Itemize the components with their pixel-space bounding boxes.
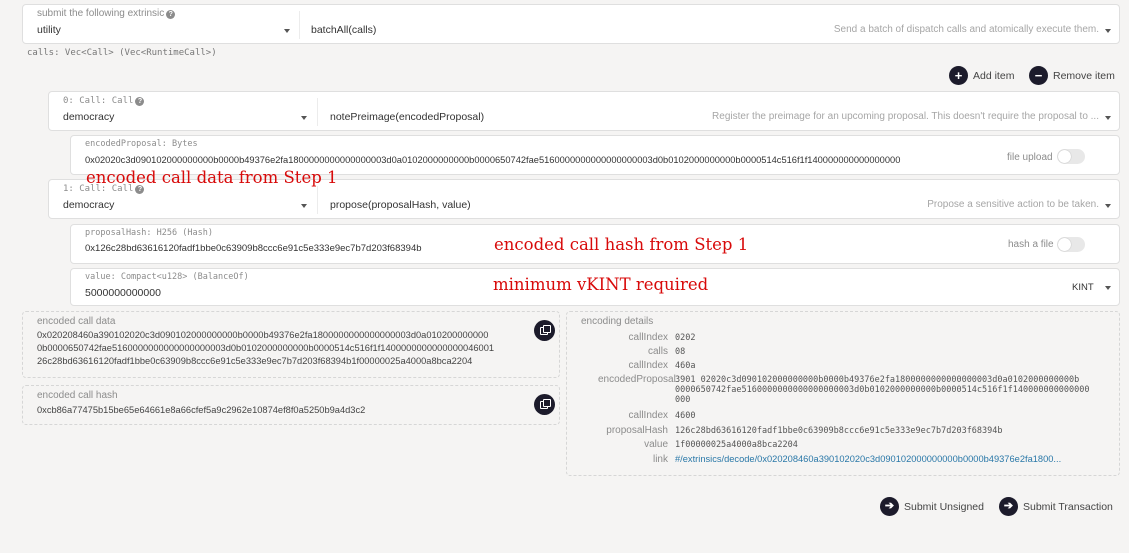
- submit-unsigned-button[interactable]: Submit Unsigned: [904, 501, 984, 513]
- add-item-icon[interactable]: +: [949, 66, 968, 85]
- chevron-down-icon[interactable]: [284, 29, 290, 33]
- divider: [299, 11, 300, 39]
- detail-label: encodedProposal: [598, 374, 676, 385]
- call-0-title: 0: Call: Call?: [63, 95, 145, 106]
- chevron-down-icon[interactable]: [301, 204, 307, 208]
- detail-label: callIndex: [628, 360, 668, 371]
- chevron-down-icon[interactable]: [1105, 204, 1111, 208]
- detail-value: 0000650742fae5160000000000000000003d0b01…: [675, 385, 1090, 395]
- encoded-call-data-line: 0x020208460a390102020c3d090102000000000b…: [37, 330, 489, 340]
- encoding-details-title: encoding details: [581, 316, 654, 327]
- detail-value: 000: [675, 395, 691, 405]
- detail-value: 1f00000025a4000a8bca2204: [675, 440, 798, 450]
- call-0-module-select[interactable]: democracy: [63, 111, 114, 123]
- detail-label: link: [652, 454, 668, 465]
- submit-transaction-button[interactable]: Submit Transaction: [1023, 501, 1113, 513]
- detail-label: proposalHash: [606, 425, 668, 436]
- detail-value: 4600: [675, 411, 696, 421]
- unit-select[interactable]: KINT: [1072, 282, 1094, 293]
- encoded-call-data-label: encoded call data: [37, 316, 116, 327]
- encoded-call-data-panel: encoded call data 0x020208460a390102020c…: [22, 311, 560, 378]
- value-label: value: Compact<u128> (BalanceOf): [85, 272, 249, 282]
- detail-value: 08: [675, 347, 686, 357]
- copy-icon[interactable]: [534, 394, 555, 415]
- divider: [317, 186, 318, 214]
- annotation-step1-data: encoded call data from Step 1: [86, 168, 338, 187]
- annotation-min-vkint: minimum vKINT required: [493, 275, 709, 294]
- encoded-call-data-line: 26c28bd63616120fadf1bbe0c63909b8ccc6e91c…: [37, 356, 473, 366]
- add-item-button[interactable]: Add item: [973, 70, 1014, 82]
- method-select[interactable]: batchAll(calls): [311, 24, 376, 36]
- help-icon[interactable]: ?: [135, 97, 145, 106]
- detail-value: 126c28bd63616120fadf1bbe0c63909b8ccc6e91…: [675, 426, 1003, 436]
- detail-value: 3901 02020c3d090102000000000b0000b49376e…: [675, 375, 1080, 385]
- chevron-down-icon[interactable]: [1105, 286, 1111, 290]
- calls-param-label: calls: Vec<Call> (Vec<RuntimeCall>): [27, 48, 217, 58]
- copy-icon[interactable]: [534, 320, 555, 341]
- hash-a-file-toggle[interactable]: [1057, 237, 1085, 252]
- module-select[interactable]: utility: [37, 24, 61, 36]
- value-input[interactable]: 5000000000000: [85, 287, 161, 299]
- hash-a-file-label: hash a file: [1008, 239, 1054, 250]
- call-1-module-select[interactable]: democracy: [63, 199, 114, 211]
- detail-label: value: [644, 439, 668, 450]
- encoded-proposal-label: encodedProposal: Bytes: [85, 139, 198, 149]
- detail-label: calls: [647, 346, 668, 357]
- decode-link[interactable]: #/extrinsics/decode/0x020208460a39010202…: [675, 454, 1099, 464]
- call-1-method-description: Propose a sensitive action to be taken.: [927, 199, 1099, 210]
- call-0-method-description: Register the preimage for an upcoming pr…: [712, 111, 1099, 122]
- detail-value: 0202: [675, 333, 696, 343]
- help-icon[interactable]: ?: [166, 10, 176, 19]
- detail-label: callIndex: [628, 410, 668, 421]
- encoded-call-hash-value: 0xcb86a77475b15be65e64661e8a66cfef5a9c29…: [37, 405, 366, 415]
- encoded-proposal-input[interactable]: 0x02020c3d090102000000000b0000b49376e2fa…: [85, 155, 900, 165]
- encoded-call-hash-label: encoded call hash: [37, 390, 118, 401]
- encoding-details-panel: encoding details callIndex 0202 calls 08…: [566, 311, 1120, 476]
- encoded-call-hash-panel: encoded call hash 0xcb86a77475b15be65e64…: [22, 385, 560, 425]
- sign-in-icon[interactable]: ➔: [999, 497, 1018, 516]
- extrinsic-title: submit the following extrinsic?: [37, 8, 176, 19]
- annotation-step1-hash: encoded call hash from Step 1: [494, 235, 749, 254]
- proposal-hash-label: proposalHash: H256 (Hash): [85, 228, 213, 238]
- chevron-down-icon[interactable]: [301, 116, 307, 120]
- method-description: Send a batch of dispatch calls and atomi…: [833, 24, 1099, 35]
- file-upload-toggle[interactable]: [1057, 149, 1085, 164]
- sign-in-icon[interactable]: ➔: [880, 497, 899, 516]
- call-0-method-select[interactable]: notePreimage(encodedProposal): [330, 111, 484, 123]
- divider: [317, 98, 318, 126]
- remove-item-icon[interactable]: −: [1029, 66, 1048, 85]
- chevron-down-icon[interactable]: [1105, 29, 1111, 33]
- detail-value: 460a: [675, 361, 696, 371]
- call-0-selector: 0: Call: Call? democracy notePreimage(en…: [48, 91, 1120, 131]
- call-1-method-select[interactable]: propose(proposalHash, value): [330, 199, 471, 211]
- encoded-call-data-line: 0b0000650742fae5160000000000000000003d0b…: [37, 343, 495, 353]
- chevron-down-icon[interactable]: [1105, 116, 1111, 120]
- remove-item-button[interactable]: Remove item: [1053, 70, 1115, 82]
- detail-label: callIndex: [628, 332, 668, 343]
- file-upload-label: file upload: [1007, 152, 1053, 163]
- proposal-hash-input[interactable]: 0x126c28bd63616120fadf1bbe0c63909b8ccc6e…: [85, 243, 422, 254]
- extrinsic-selector: submit the following extrinsic? utility …: [22, 4, 1120, 44]
